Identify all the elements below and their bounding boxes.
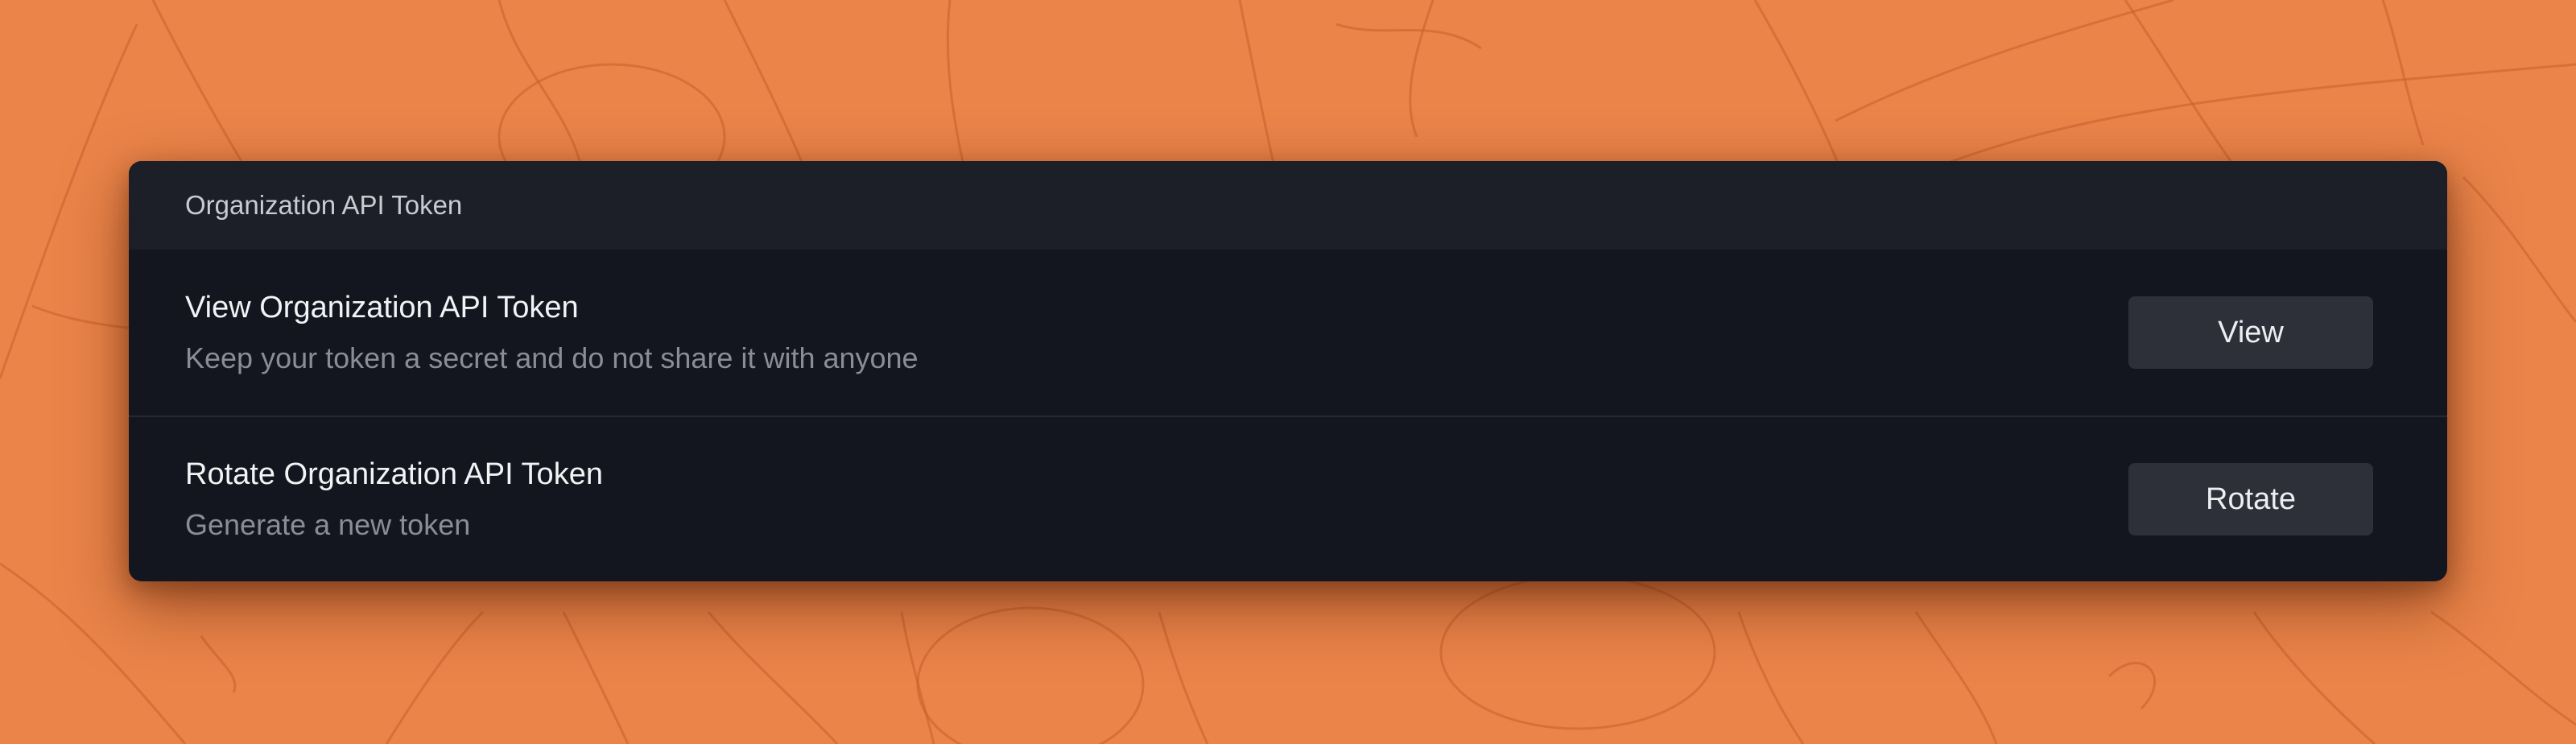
view-token-row: View Organization API Token Keep your to… — [129, 250, 2447, 415]
rotate-token-row: Rotate Organization API Token Generate a… — [129, 415, 2447, 581]
rotate-button[interactable]: Rotate — [2128, 463, 2373, 535]
rotate-token-title: Rotate Organization API Token — [185, 457, 603, 491]
view-button[interactable]: View — [2128, 296, 2373, 369]
view-token-description: Keep your token a secret and do not shar… — [185, 341, 919, 374]
view-token-text: View Organization API Token Keep your to… — [185, 291, 919, 375]
panel-title: Organization API Token — [185, 190, 463, 220]
api-token-panel: Organization API Token View Organization… — [129, 161, 2447, 581]
panel-header: Organization API Token — [129, 161, 2447, 250]
rotate-token-description: Generate a new token — [185, 507, 471, 541]
rotate-token-text: Rotate Organization API Token Generate a… — [185, 457, 603, 542]
view-token-title: View Organization API Token — [185, 290, 579, 324]
